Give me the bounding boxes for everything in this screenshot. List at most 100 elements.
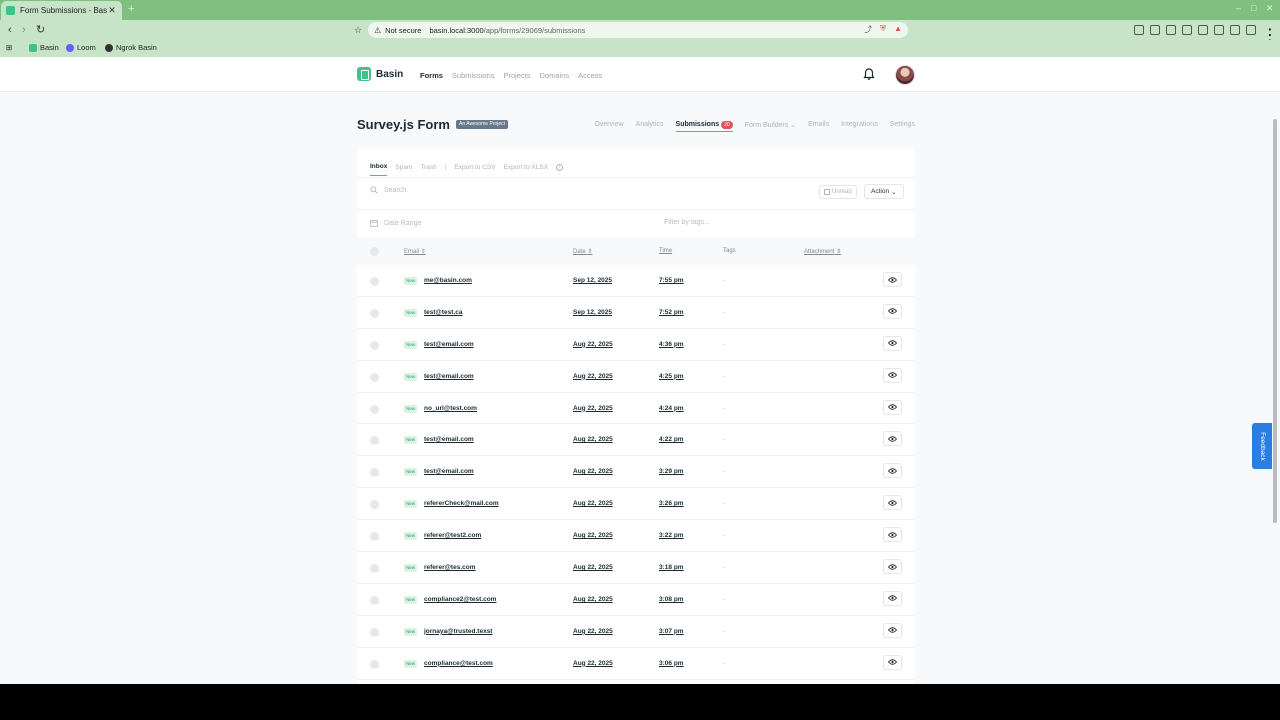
submission-date[interactable]: Sep 12, 2025	[573, 277, 612, 284]
table-row[interactable]: New test@email.com Aug 22, 2025 4:22 pm -	[357, 424, 915, 457]
row-checkbox[interactable]	[370, 277, 379, 286]
submission-email-link[interactable]: me@basin.com	[424, 277, 472, 284]
date-range-picker[interactable]: Date Range	[370, 219, 421, 227]
info-icon[interactable]: i	[556, 163, 564, 171]
extension-icon[interactable]	[1182, 25, 1192, 35]
submission-time[interactable]: 7:55 pm	[659, 277, 684, 284]
search-field[interactable]: Search	[370, 186, 406, 194]
view-submission-button[interactable]	[883, 654, 902, 670]
minimize-window-icon[interactable]: –	[1236, 3, 1241, 13]
page-scrollbar[interactable]	[1273, 119, 1277, 523]
wallet-icon[interactable]	[1214, 25, 1224, 35]
submission-email-link[interactable]: refererCheck@mail.com	[424, 500, 499, 507]
nav-projects[interactable]: Projects	[503, 71, 530, 80]
submission-email-link[interactable]: jornaya@trusted.texst	[424, 628, 492, 635]
view-submission-button[interactable]	[883, 622, 902, 638]
column-date[interactable]: Date ⇕	[573, 248, 592, 255]
extension-icon[interactable]	[1230, 25, 1240, 35]
column-attachment[interactable]: Attachment ⇕	[804, 248, 841, 255]
column-email[interactable]: Email ⇕	[404, 248, 426, 255]
nav-forms[interactable]: Forms	[420, 71, 443, 80]
submission-email-link[interactable]: compliance@test.com	[424, 660, 493, 667]
row-checkbox[interactable]	[370, 659, 379, 669]
browser-tab[interactable]: Form Submissions - Basin ✕	[1, 1, 122, 20]
submission-time[interactable]: 7:52 pm	[659, 309, 684, 316]
row-checkbox[interactable]	[370, 436, 379, 446]
sidebar-icon[interactable]	[1198, 25, 1208, 35]
row-checkbox[interactable]	[370, 627, 379, 637]
extension-icon[interactable]	[1246, 25, 1256, 35]
project-badge[interactable]: An Awesome Project	[456, 120, 509, 129]
bookmark-basin[interactable]: Basin	[29, 43, 59, 52]
submission-email-link[interactable]: referer@tes.com	[424, 564, 476, 571]
submission-time[interactable]: 3:18 pm	[659, 564, 684, 571]
reload-icon[interactable]: ↻	[36, 24, 45, 36]
tab-analytics[interactable]: Analytics	[636, 121, 664, 132]
shield-extension-icon[interactable]: ⛨	[880, 24, 886, 35]
select-all-checkbox[interactable]	[370, 247, 379, 256]
unread-filter[interactable]: Unread	[819, 185, 857, 199]
view-submission-button[interactable]	[883, 559, 902, 575]
table-row[interactable]: New test@test.ca Sep 12, 2025 7:52 pm -	[357, 297, 915, 329]
table-row[interactable]: New referer@tes.com Aug 22, 2025 3:18 pm -	[357, 552, 915, 584]
nav-access[interactable]: Access	[578, 71, 602, 80]
user-avatar[interactable]	[895, 65, 915, 85]
submission-email-link[interactable]: test@email.com	[424, 341, 474, 348]
submission-date[interactable]: Aug 22, 2025	[573, 341, 613, 348]
view-submission-button[interactable]	[883, 527, 902, 543]
submission-date[interactable]: Aug 22, 2025	[573, 436, 613, 443]
alert-extension-icon[interactable]: ▲	[894, 24, 902, 35]
table-row[interactable]: New test@email.com Aug 22, 2025 3:29 pm -	[357, 456, 915, 489]
new-tab-button[interactable]: +	[128, 3, 134, 15]
bookmark-ngrok[interactable]: Ngrok Basin	[105, 43, 157, 52]
submission-date[interactable]: Aug 22, 2025	[573, 532, 613, 539]
table-row[interactable]: New jornaya@trusted.texst Aug 22, 2025 3:07…	[357, 616, 915, 648]
submission-email-link[interactable]: compliance2@test.com	[424, 596, 496, 603]
view-submission-button[interactable]	[883, 495, 902, 511]
submission-email-link[interactable]: test@email.com	[424, 373, 474, 380]
tab-overview[interactable]: Overview	[594, 121, 623, 132]
submission-date[interactable]: Aug 22, 2025	[573, 373, 613, 380]
tab-trash[interactable]: Trash	[420, 164, 436, 171]
close-window-icon[interactable]: ✕	[1266, 3, 1274, 14]
row-checkbox[interactable]	[370, 308, 379, 318]
tags-filter-input[interactable]: Filter by tags...	[664, 219, 710, 226]
view-submission-button[interactable]	[883, 399, 902, 415]
tab-spam[interactable]: Spam	[395, 164, 412, 171]
submission-time[interactable]: 3:29 pm	[659, 468, 684, 475]
bookmark-star-icon[interactable]: ☆	[354, 24, 362, 36]
tab-form-builders[interactable]: Form Builders ⌄	[745, 121, 796, 132]
submission-date[interactable]: Sep 12, 2025	[573, 309, 612, 316]
view-submission-button[interactable]	[883, 431, 902, 447]
submission-date[interactable]: Aug 22, 2025	[573, 468, 613, 475]
apps-grid-icon[interactable]: ⊞	[6, 43, 12, 52]
tab-emails[interactable]: Emails	[808, 121, 829, 132]
submission-date[interactable]: Aug 22, 2025	[573, 628, 613, 635]
unread-checkbox[interactable]	[824, 189, 830, 195]
column-time[interactable]: Time	[659, 248, 672, 254]
submission-time[interactable]: 3:07 pm	[659, 628, 684, 635]
maximize-window-icon[interactable]: □	[1251, 3, 1256, 13]
tab-settings[interactable]: Settings	[890, 121, 915, 132]
submission-email-link[interactable]: no_url@test.com	[424, 405, 477, 412]
share-icon[interactable]: ⤴	[864, 24, 872, 35]
export-xlsx-link[interactable]: Export to XLSX	[504, 164, 548, 171]
nav-submissions[interactable]: Submissions	[452, 71, 495, 80]
action-dropdown[interactable]: Action ⌄	[864, 184, 904, 199]
view-submission-button[interactable]	[883, 367, 902, 383]
row-checkbox[interactable]	[370, 372, 379, 382]
tab-integrations[interactable]: Integrations	[841, 121, 878, 132]
table-row[interactable]: New test@email.com Aug 22, 2025 4:25 pm -	[357, 361, 915, 393]
table-row[interactable]: New me@basin.com Sep 12, 2025 7:55 pm -	[357, 265, 915, 297]
submission-time[interactable]: 4:25 pm	[659, 373, 684, 380]
row-checkbox[interactable]	[370, 340, 379, 350]
submission-time[interactable]: 3:22 pm	[659, 532, 684, 539]
submission-email-link[interactable]: test@test.ca	[424, 309, 463, 316]
back-icon[interactable]: ‹	[8, 24, 12, 36]
submission-date[interactable]: Aug 22, 2025	[573, 660, 613, 667]
view-submission-button[interactable]	[883, 590, 902, 606]
nav-domains[interactable]: Domains	[540, 71, 570, 80]
tab-inbox[interactable]: Inbox	[370, 163, 388, 176]
table-row[interactable]: New compliance@test.com Aug 22, 2025 3:06 p…	[357, 648, 915, 680]
extension-icon[interactable]	[1166, 25, 1176, 35]
